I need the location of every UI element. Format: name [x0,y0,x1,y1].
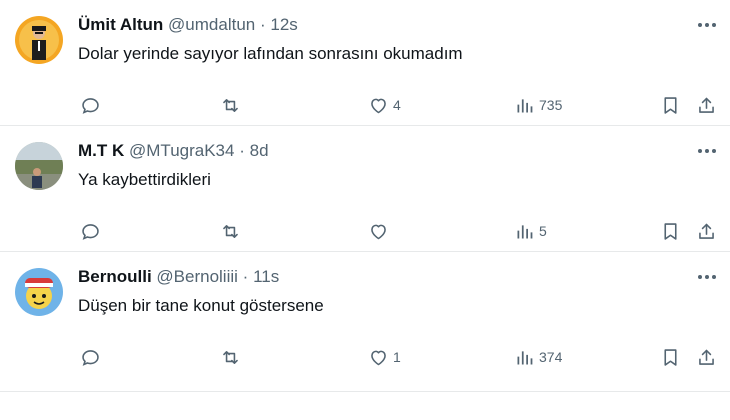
bookmark-icon [664,96,677,114]
like-button[interactable] [368,218,393,244]
bookmark-button[interactable] [660,344,681,370]
action-bar: 4 735 [78,92,720,118]
retweet-button[interactable] [220,344,245,370]
views-icon [517,224,533,238]
tweet-header: M.T K @MTugraK34 · 8d [78,140,269,162]
views-count: 735 [539,97,563,113]
tweet-header: Ümit Altun @umdaltun · 12s [78,14,298,36]
separator: · [242,267,249,286]
like-count: 4 [393,97,401,113]
more-icon[interactable] [696,140,718,162]
reply-button[interactable] [80,92,105,118]
more-icon[interactable] [696,14,718,36]
views-button[interactable]: 5 [514,218,547,244]
reply-icon [82,349,99,366]
share-icon [699,97,714,113]
user-handle[interactable]: @umdaltun [168,15,255,34]
retweet-icon [223,350,238,364]
retweet-button[interactable] [220,218,245,244]
tweet-text: Dolar yerinde sayıyor lafından sonrasını… [78,44,463,63]
like-icon [371,98,386,113]
separator: · [239,141,245,160]
more-icon[interactable] [696,266,718,288]
retweet-icon [223,98,238,112]
reply-button[interactable] [80,218,105,244]
action-bar: 1 374 [78,344,720,370]
like-icon [371,224,386,239]
views-icon [517,98,533,112]
timestamp[interactable]: 8d [250,141,269,160]
reply-button[interactable] [80,344,105,370]
tweet[interactable]: M.T K @MTugraK34 · 8d Ya kaybettirdikler… [0,126,730,252]
views-count: 5 [539,223,547,239]
retweet-button[interactable] [220,92,245,118]
views-count: 374 [539,349,563,365]
avatar[interactable] [15,16,63,64]
display-name[interactable]: M.T K [78,141,124,160]
user-handle[interactable]: @Bernoliiii [156,267,238,286]
like-button[interactable]: 1 [368,344,401,370]
views-button[interactable]: 374 [514,344,562,370]
views-button[interactable]: 735 [514,92,562,118]
bookmark-icon [664,222,677,240]
tweet[interactable]: Bernoulli @Bernoliiii · 11s Düşen bir ta… [0,252,730,392]
avatar[interactable] [15,142,63,190]
reply-icon [82,97,99,114]
separator: · [259,15,266,34]
share-button[interactable] [696,218,717,244]
views-icon [517,350,533,364]
avatar[interactable] [15,268,63,316]
tweet[interactable]: Ümit Altun @umdaltun · 12s Dolar yerinde… [0,0,730,126]
tweet-header: Bernoulli @Bernoliiii · 11s [78,266,279,288]
display-name[interactable]: Ümit Altun [78,15,163,34]
retweet-icon [223,224,238,238]
share-button[interactable] [696,344,717,370]
user-handle[interactable]: @MTugraK34 [129,141,234,160]
timestamp[interactable]: 12s [270,15,297,34]
share-icon [699,349,714,365]
like-icon [371,350,386,365]
share-button[interactable] [696,92,717,118]
tweet-text: Ya kaybettirdikleri [78,170,211,189]
like-button[interactable]: 4 [368,92,401,118]
bookmark-button[interactable] [660,92,681,118]
bookmark-button[interactable] [660,218,681,244]
tweet-text: Düşen bir tane konut göstersene [78,296,324,315]
share-icon [699,223,714,239]
reply-icon [82,223,99,240]
action-bar: 5 [78,218,720,244]
like-count: 1 [393,349,401,365]
reply-feed: Ümit Altun @umdaltun · 12s Dolar yerinde… [0,0,730,420]
display-name[interactable]: Bernoulli [78,267,152,286]
timestamp[interactable]: 11s [253,267,279,286]
bookmark-icon [664,348,677,366]
